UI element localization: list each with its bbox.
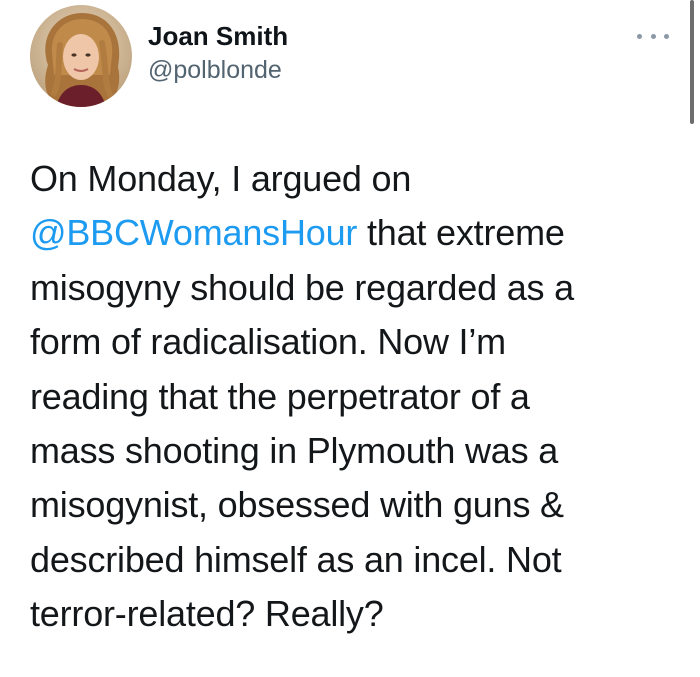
scrollbar[interactable] [690,0,694,124]
tweet-line-text: form of radicalisation. Now I’m [30,321,506,363]
tweet-line: described himself as an incel. Not [30,533,690,587]
tweet-line: misogyny should be regarded as a [30,261,690,315]
profile-photo-icon [30,5,132,107]
display-name[interactable]: Joan Smith [148,19,288,53]
more-dot [650,33,656,39]
more-dot [637,33,642,39]
tweet-line: form of radicalisation. Now I’m [30,315,690,369]
tweet-line-text: misogyny should be regarded as a [30,266,574,308]
more-options-icon[interactable] [637,26,669,46]
user-handle[interactable]: @polblonde [148,53,288,87]
tweet-line: misogynist, obsessed with guns & [30,478,690,532]
tweet-header: Joan Smith @polblonde [30,5,288,107]
tweet-line: reading that the perpetrator of a [30,370,690,424]
tweet-line-text: that extreme [357,212,565,254]
tweet-line-text: described himself as an incel. Not [30,538,562,580]
tweet-text: On Monday, I argued on @BBCWomansHour th… [30,152,690,642]
tweet-line-text: terror-related? Really? [30,593,384,635]
tweet-line: @BBCWomansHour that extreme [30,206,690,260]
tweet-line: mass shooting in Plymouth was a [30,424,690,478]
tweet-line-text: On Monday, I argued on [30,158,412,199]
tweet-line-text: misogynist, obsessed with guns & [30,484,564,526]
tweet-card: Joan Smith @polblonde On Monday, I argue… [0,0,700,677]
more-dot [664,33,669,39]
author-names: Joan Smith @polblonde [148,19,288,87]
tweet-line-text: reading that the perpetrator of a [30,375,530,417]
avatar[interactable] [30,5,132,107]
mention-link[interactable]: @BBCWomansHour [30,212,357,253]
tweet-line: On Monday, I argued on [30,152,690,206]
tweet-line: terror-related? Really? [30,587,690,641]
tweet-line-text: mass shooting in Plymouth was a [30,430,559,472]
